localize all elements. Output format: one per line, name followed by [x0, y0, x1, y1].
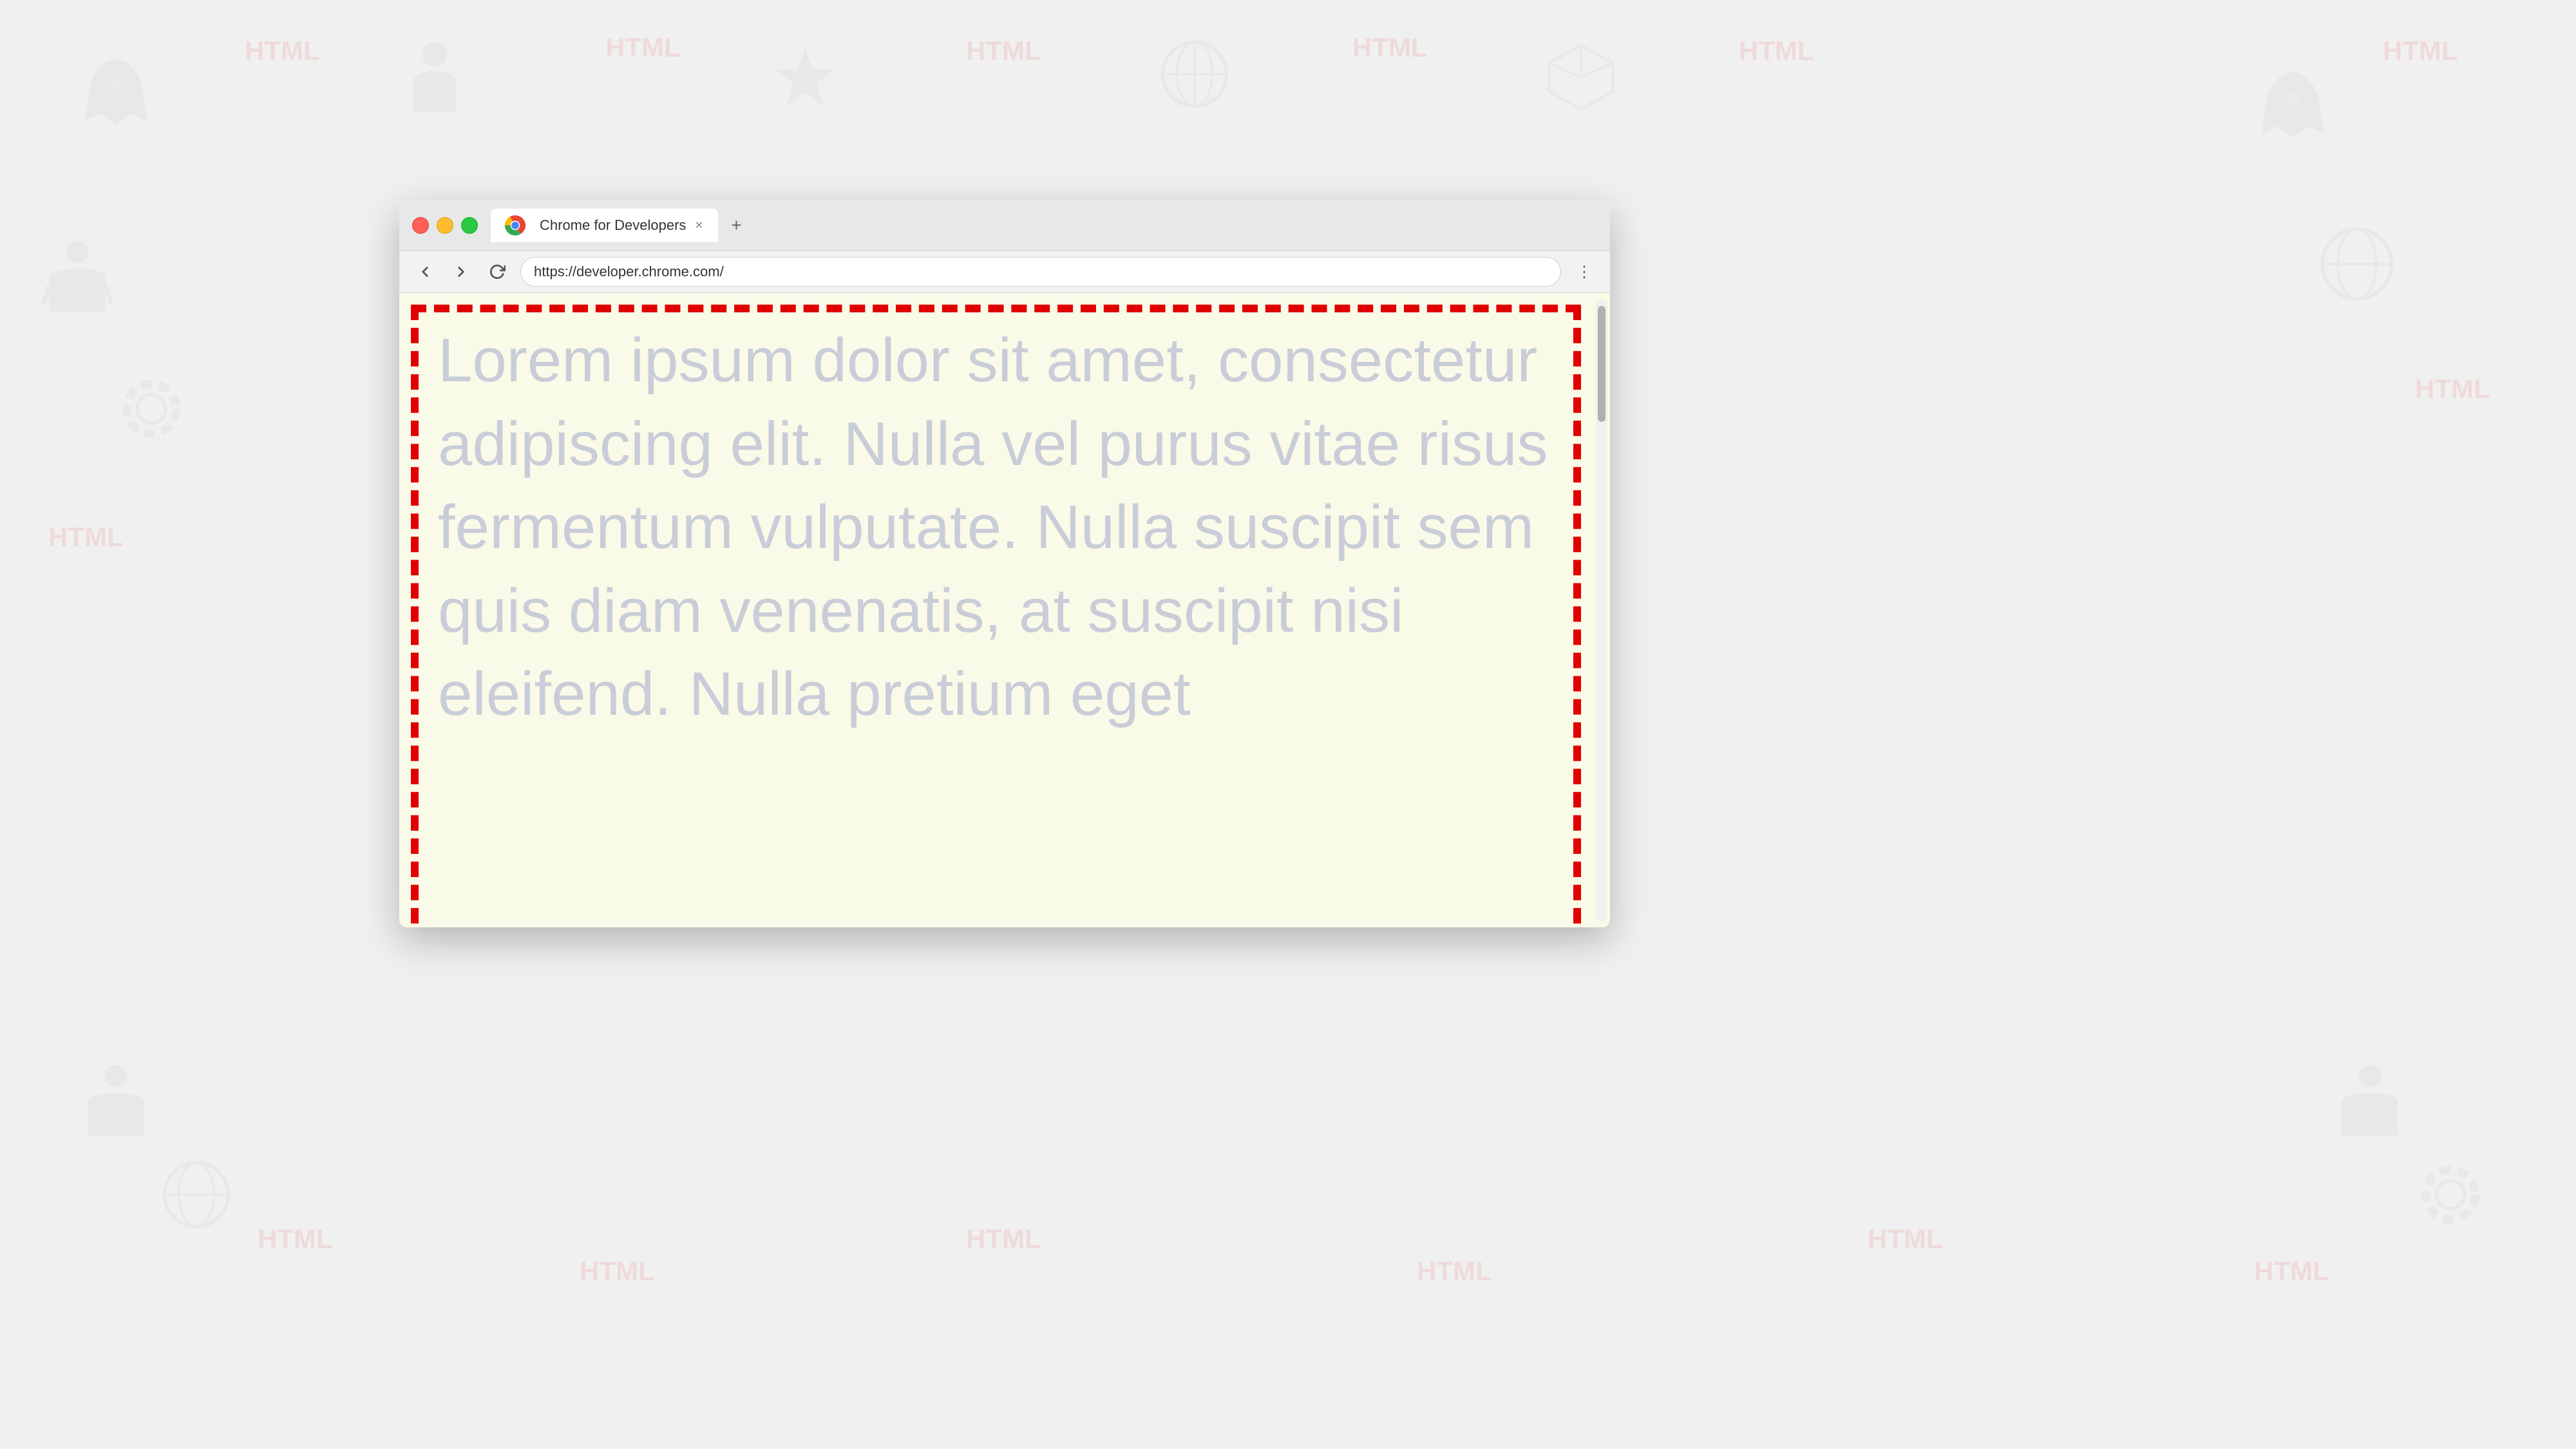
reload-button[interactable]: [484, 259, 510, 285]
minimize-button[interactable]: [437, 217, 453, 234]
bg-html-badge-9: HTML: [258, 1224, 333, 1255]
browser-window: Chrome for Developers ✕ +: [399, 200, 1610, 927]
url-text: https://developer.chrome.com/: [534, 263, 724, 280]
active-tab[interactable]: Chrome for Developers ✕: [491, 209, 718, 242]
scrollbar-thumb[interactable]: [1598, 306, 1605, 422]
tab-close-button[interactable]: ✕: [692, 219, 705, 232]
bg-deco-gear-1: [116, 374, 187, 444]
url-bar[interactable]: https://developer.chrome.com/: [520, 257, 1561, 287]
bg-deco-rocket-2: [2254, 64, 2331, 142]
tab-bar: Chrome for Developers ✕ +: [491, 209, 1597, 242]
bg-html-badge-3: HTML: [966, 35, 1041, 66]
lorem-ipsum-text: Lorem ipsum dolor sit amet, consectetur …: [399, 293, 1610, 927]
bg-deco-globe-2: [2318, 225, 2396, 303]
back-button[interactable]: [412, 259, 438, 285]
traffic-lights: [412, 217, 478, 234]
bg-html-badge-11: HTML: [966, 1224, 1041, 1255]
bg-deco-person-3: [77, 1063, 155, 1153]
bg-deco-person-1: [399, 39, 470, 122]
bg-deco-person-2: [39, 238, 116, 328]
bg-html-badge-8: HTML: [2415, 374, 2490, 404]
bg-html-badge-5: HTML: [1739, 35, 1814, 66]
bg-deco-rocket-1: [77, 52, 155, 129]
bg-deco-person-4: [2331, 1063, 2409, 1153]
navigation-bar: https://developer.chrome.com/ ⋮: [399, 251, 1610, 293]
bg-html-badge-13: HTML: [1868, 1224, 1943, 1255]
menu-button[interactable]: ⋮: [1571, 259, 1597, 285]
bg-deco-cube-1: [1546, 42, 1616, 113]
tab-title: Chrome for Developers: [540, 217, 686, 234]
bg-deco-globe-3: [161, 1159, 232, 1230]
bg-html-badge-4: HTML: [1352, 32, 1428, 63]
maximize-button[interactable]: [461, 217, 478, 234]
bg-deco-star-1: [773, 45, 837, 109]
bg-html-badge-1: HTML: [245, 35, 320, 66]
bg-html-badge-14: HTML: [2254, 1256, 2329, 1287]
close-button[interactable]: [412, 217, 429, 234]
bg-html-badge-6: HTML: [48, 522, 124, 553]
page-content: Lorem ipsum dolor sit amet, consectetur …: [399, 293, 1610, 927]
title-bar: Chrome for Developers ✕ +: [399, 200, 1610, 251]
forward-button[interactable]: [448, 259, 474, 285]
bg-html-badge-10: HTML: [580, 1256, 655, 1287]
scrollbar-track[interactable]: [1596, 299, 1607, 921]
new-tab-button[interactable]: +: [723, 213, 749, 238]
chrome-logo-icon: [504, 214, 527, 237]
bg-deco-gear-2: [2415, 1159, 2486, 1230]
bg-html-badge-12: HTML: [1417, 1256, 1492, 1287]
bg-html-badge-2: HTML: [605, 32, 681, 63]
bg-deco-globe-1: [1159, 39, 1230, 109]
bg-html-badge-7: HTML: [2383, 35, 2458, 66]
